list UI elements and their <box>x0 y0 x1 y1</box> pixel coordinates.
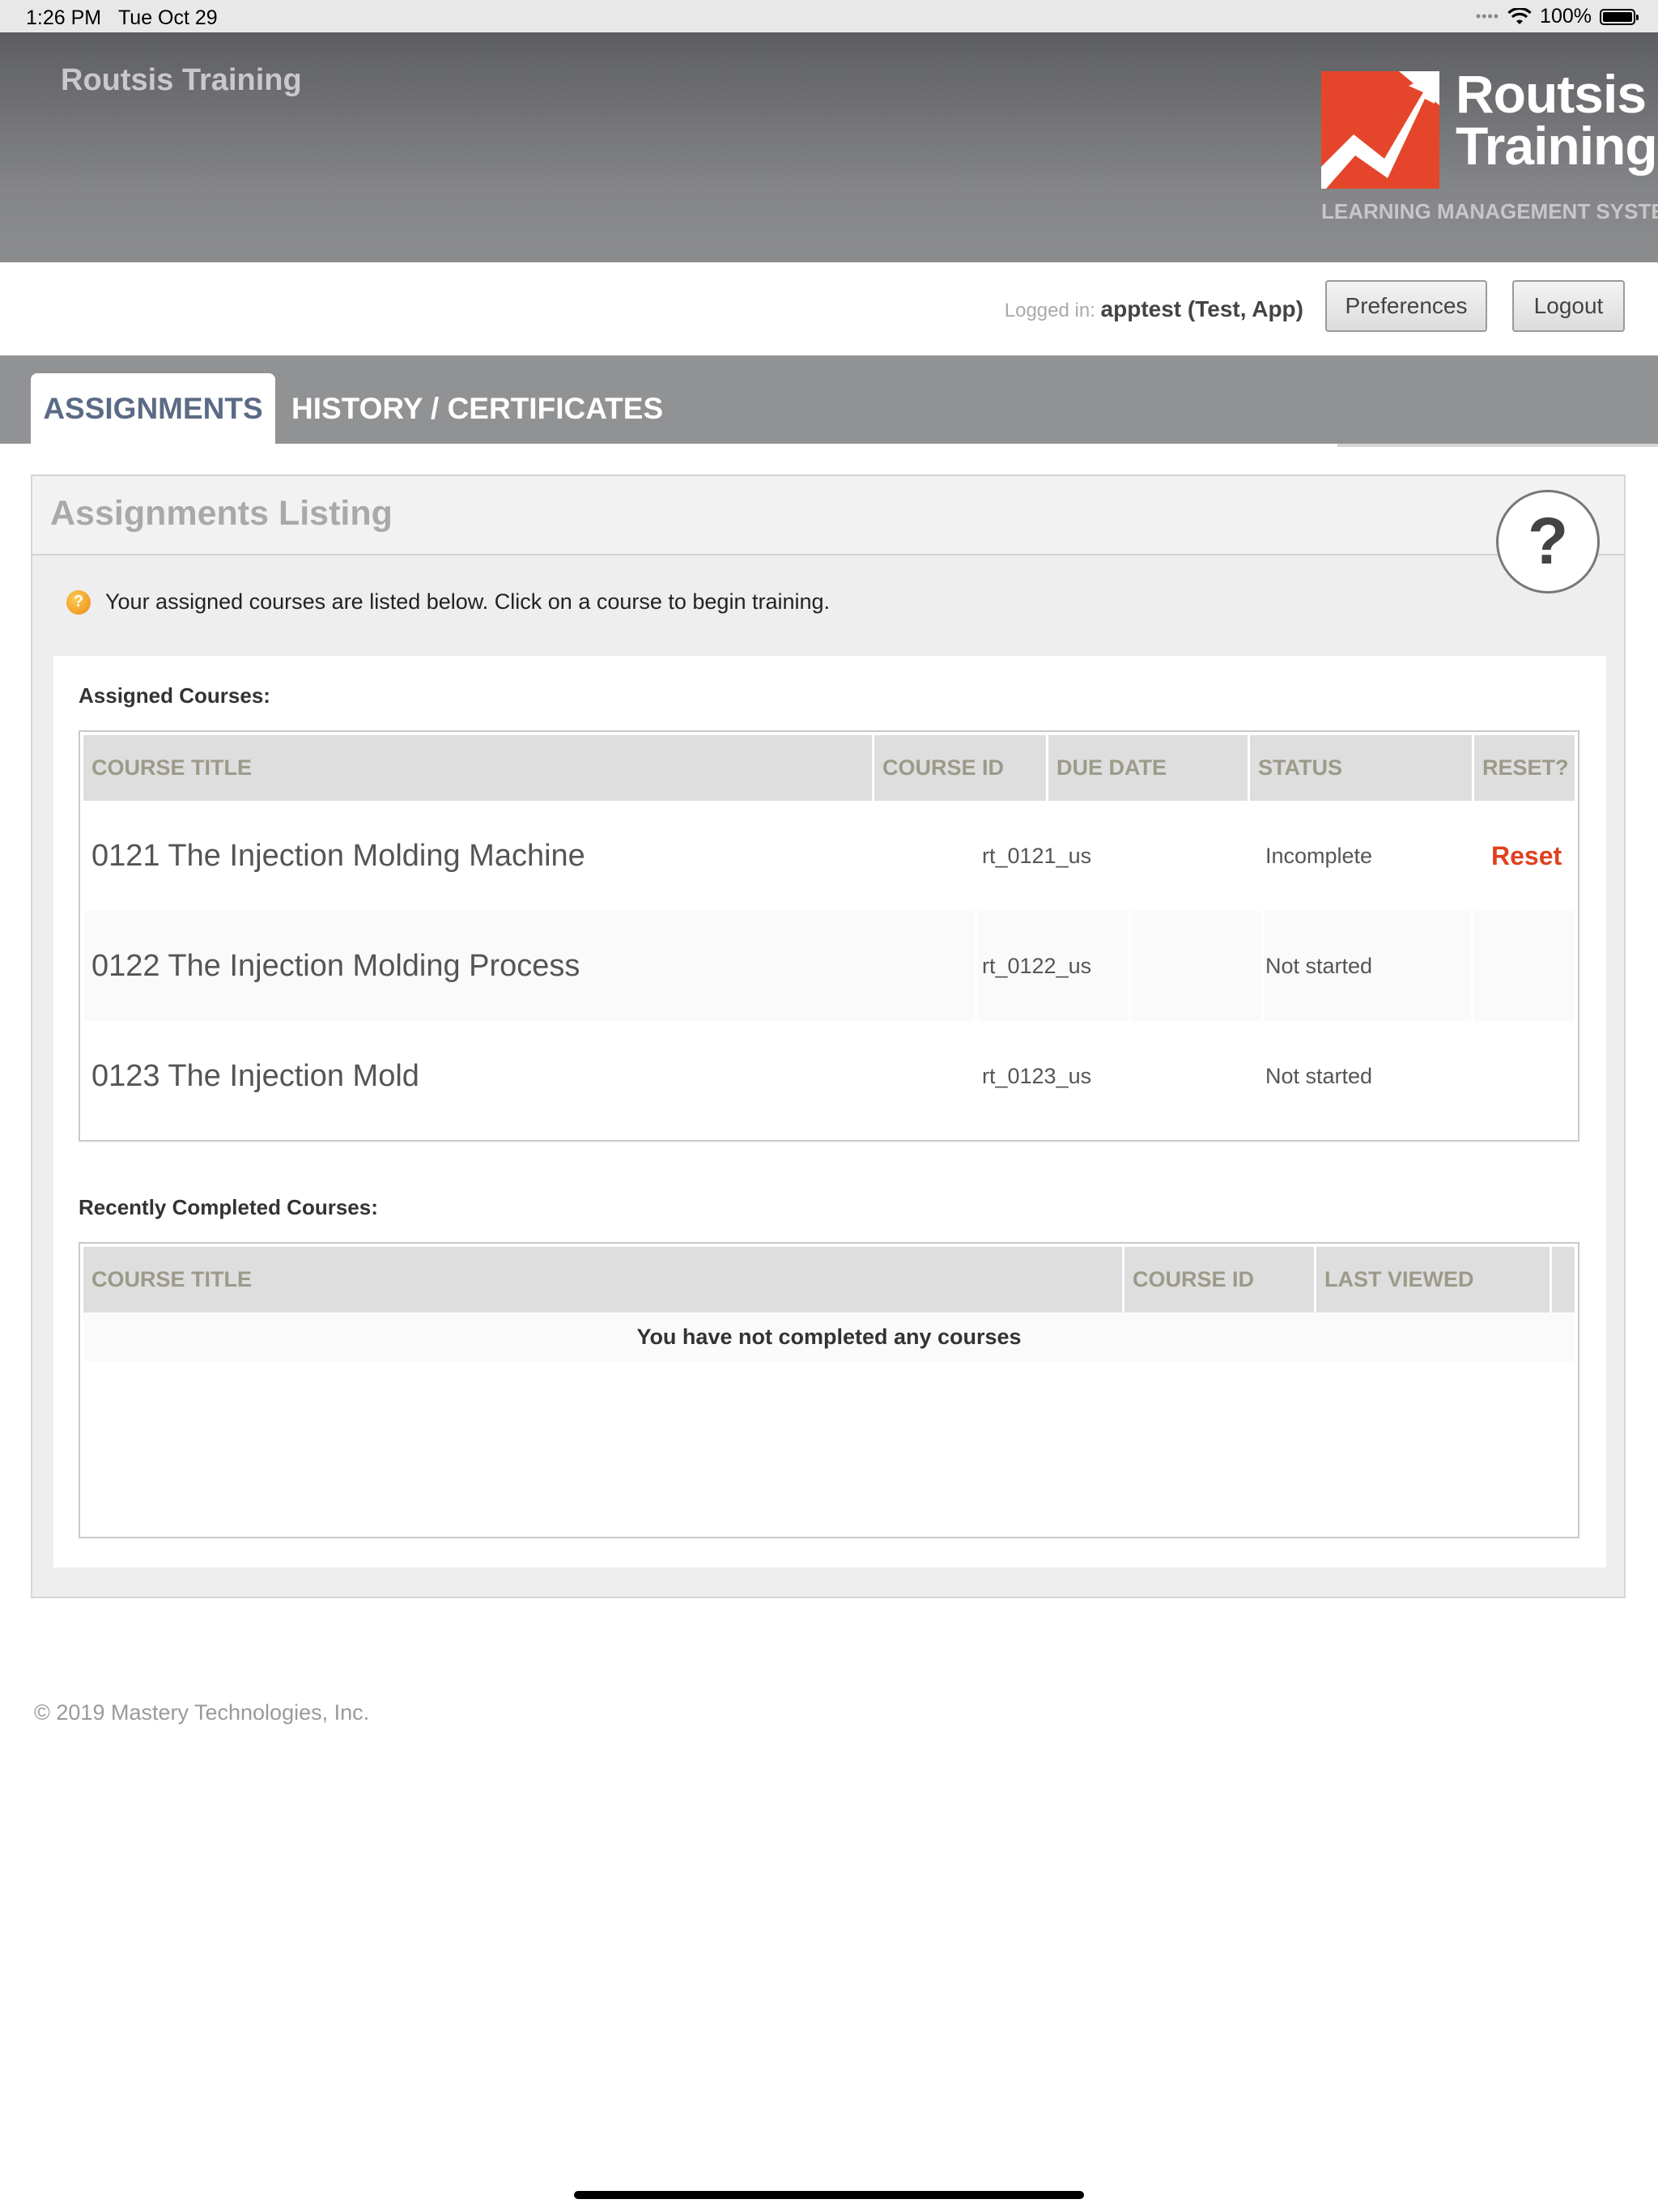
reset-link[interactable]: Reset <box>1491 801 1562 911</box>
col-course-title[interactable]: COURSE TITLE <box>83 1247 1124 1312</box>
course-title[interactable]: 0121 The Injection Molding Machine <box>83 801 585 911</box>
col-last-viewed[interactable]: LAST VIEWED <box>1316 1247 1552 1312</box>
logout-button[interactable]: Logout <box>1512 280 1625 332</box>
course-id: rt_0122_us <box>982 953 1092 978</box>
row-divider <box>1471 911 1473 1021</box>
course-status: Not started <box>1265 1063 1373 1088</box>
app-header: Routsis Training Routsis Training LEARNI… <box>0 32 1658 262</box>
info-icon: ? <box>66 589 91 615</box>
col-course-id[interactable]: COURSE ID <box>874 735 1048 801</box>
logged-in-label: Logged in: <box>1004 300 1095 321</box>
logo-subtitle: LEARNING MANAGEMENT SYSTEM <box>1321 199 1658 223</box>
help-icon[interactable]: ? <box>1496 490 1600 593</box>
col-course-id[interactable]: COURSE ID <box>1124 1247 1316 1312</box>
course-id: rt_0121_us <box>982 843 1092 868</box>
assignments-panel: Assignments Listing ? ? Your assigned co… <box>31 474 1626 1598</box>
logo-wordmark: Routsis Training <box>1456 64 1658 176</box>
table-row[interactable]: 0122 The Injection Molding Process rt_01… <box>83 911 1575 1021</box>
table-row[interactable]: 0121 The Injection Molding Machine rt_01… <box>83 801 1575 911</box>
logo-mark-icon <box>1321 71 1439 189</box>
footer-copyright: © 2019 Mastery Technologies, Inc. <box>34 1700 370 1725</box>
panel-title: Assignments Listing <box>50 494 393 533</box>
completed-courses-label: Recently Completed Courses: <box>79 1195 378 1219</box>
tab-assignments[interactable]: ASSIGNMENTS <box>31 373 275 444</box>
empty-message: You have not completed any courses <box>83 1312 1575 1361</box>
tab-bar: ASSIGNMENTS HISTORY / CERTIFICATES <box>0 355 1658 444</box>
table-header: COURSE TITLE COURSE ID LAST VIEWED <box>83 1247 1575 1312</box>
col-status[interactable]: STATUS <box>1250 735 1474 801</box>
row-divider <box>1261 911 1264 1021</box>
course-title[interactable]: 0123 The Injection Mold <box>83 1021 419 1131</box>
home-indicator[interactable] <box>574 2191 1084 2199</box>
battery-percent: 100% <box>1540 5 1592 28</box>
wifi-icon <box>1507 7 1532 24</box>
assigned-courses-table: COURSE TITLE COURSE ID DUE DATE STATUS R… <box>79 730 1579 1142</box>
info-text: Your assigned courses are listed below. … <box>105 589 831 614</box>
table-header: COURSE TITLE COURSE ID DUE DATE STATUS R… <box>83 735 1575 801</box>
courses-container: Assigned Courses: COURSE TITLE COURSE ID… <box>53 656 1606 1568</box>
col-course-title[interactable]: COURSE TITLE <box>83 735 874 801</box>
col-reset: RESET? <box>1482 755 1569 780</box>
logged-in-info: Logged in: apptest (Test, App) <box>1005 296 1303 322</box>
table-row[interactable]: 0123 The Injection Mold rt_0123_us Not s… <box>83 1021 1575 1131</box>
row-divider <box>1129 911 1131 1021</box>
course-title[interactable]: 0122 The Injection Molding Process <box>83 911 580 1021</box>
battery-icon <box>1600 8 1639 25</box>
completed-courses-table: COURSE TITLE COURSE ID LAST VIEWED You h… <box>79 1242 1579 1538</box>
course-status: Incomplete <box>1265 843 1373 868</box>
course-id: rt_0123_us <box>982 1063 1092 1088</box>
logo: Routsis Training LEARNING MANAGEMENT SYS… <box>1321 67 1658 241</box>
tab-divider <box>1337 444 1658 447</box>
panel-header: Assignments Listing <box>32 476 1624 555</box>
site-name[interactable]: Routsis Training <box>61 63 302 98</box>
preferences-button[interactable]: Preferences <box>1325 280 1487 332</box>
tab-history-certificates[interactable]: HISTORY / CERTIFICATES <box>291 373 663 444</box>
col-due-date[interactable]: DUE DATE <box>1048 735 1250 801</box>
row-divider <box>975 911 977 1021</box>
signal-dots-icon: •••• <box>1475 8 1500 24</box>
assigned-courses-label: Assigned Courses: <box>79 683 270 708</box>
user-bar: Logged in: apptest (Test, App) Preferenc… <box>0 262 1658 355</box>
info-message: ? Your assigned courses are listed below… <box>66 589 830 615</box>
status-bar: 1:26 PM Tue Oct 29 •••• 100% <box>0 0 1658 32</box>
course-status: Not started <box>1265 953 1373 978</box>
status-time: 1:26 PM Tue Oct 29 <box>26 6 218 29</box>
username: apptest (Test, App) <box>1100 296 1303 321</box>
status-right: •••• 100% <box>1475 5 1639 28</box>
